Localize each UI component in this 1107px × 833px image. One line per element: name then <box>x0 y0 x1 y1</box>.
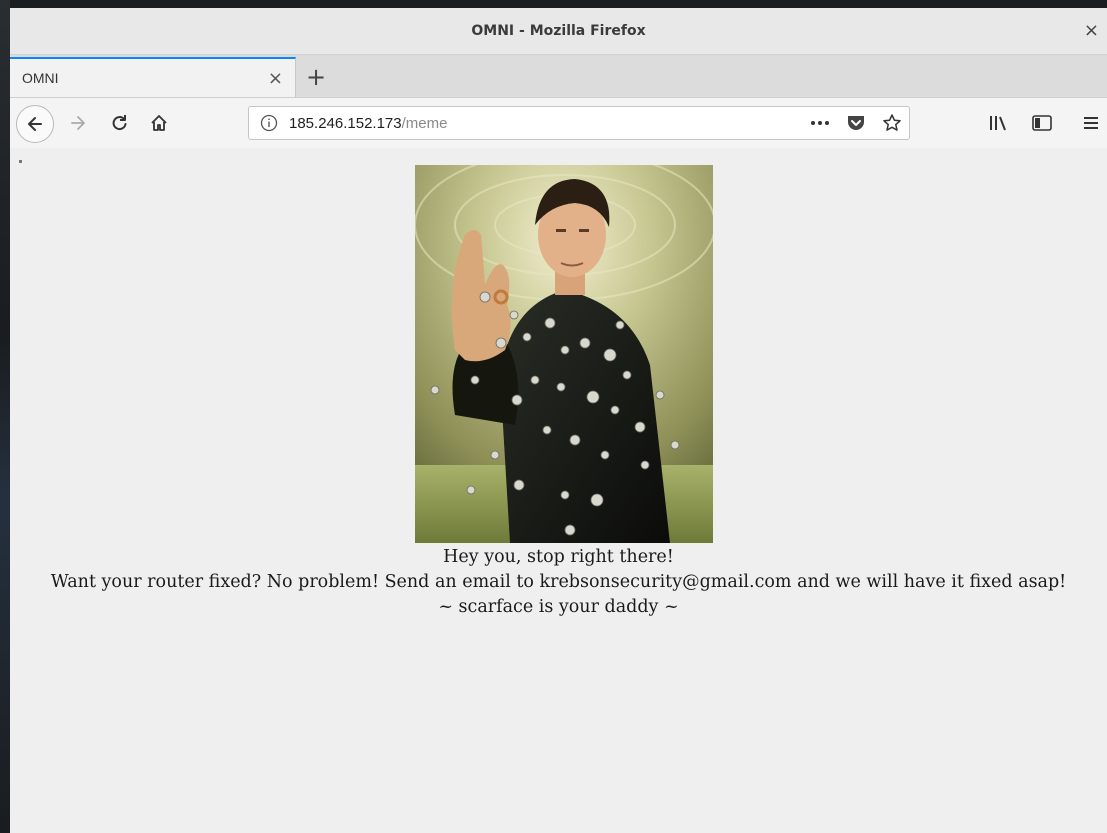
forward-arrow-icon <box>71 116 85 130</box>
stray-dot <box>19 160 22 163</box>
back-button[interactable] <box>16 105 54 143</box>
new-tab-button[interactable]: + <box>296 57 336 97</box>
message-line-2: Want your router fixed? No problem! Send… <box>50 572 1067 592</box>
sidebar-icon <box>1032 115 1052 131</box>
message-line-1: Hey you, stop right there! <box>443 547 674 567</box>
forward-button[interactable] <box>66 111 90 135</box>
sidebar-button[interactable] <box>1031 111 1053 135</box>
tab-omni[interactable]: OMNI × <box>10 57 296 97</box>
home-button[interactable] <box>147 111 171 135</box>
page-content: Hey you, stop right there! Want your rou… <box>10 148 1107 833</box>
pocket-icon[interactable] <box>845 112 867 134</box>
tab-label: OMNI <box>22 70 59 86</box>
url-text[interactable]: 185.246.152.173/meme <box>289 115 447 132</box>
meme-image <box>415 165 713 543</box>
page-actions <box>809 112 903 134</box>
back-arrow-icon <box>28 117 42 131</box>
desktop-edge <box>0 0 10 833</box>
more-icon[interactable] <box>809 112 831 134</box>
star-icon[interactable] <box>881 112 903 134</box>
hamburger-menu-icon <box>1084 117 1098 129</box>
window-close-button[interactable]: × <box>1084 20 1099 41</box>
message-text: Hey you, stop right there! Want your rou… <box>10 545 1107 620</box>
url-path: /meme <box>401 114 448 132</box>
title-bar: OMNI - Mozilla Firefox × <box>10 8 1107 55</box>
tab-close-button[interactable]: × <box>268 68 283 89</box>
url-host: 185.246.152.173 <box>289 114 402 132</box>
navigation-toolbar: 185.246.152.173/meme <box>10 98 1107 149</box>
info-icon[interactable] <box>259 113 279 133</box>
menu-button[interactable] <box>1082 111 1100 135</box>
reload-icon <box>112 115 127 131</box>
message-line-3: ~ scarface is your daddy ~ <box>438 597 679 617</box>
library-button[interactable] <box>988 111 1010 135</box>
window-title: OMNI - Mozilla Firefox <box>471 23 646 39</box>
browser-window: OMNI - Mozilla Firefox × OMNI × + 185.24… <box>10 8 1107 833</box>
home-icon <box>151 115 167 131</box>
tab-strip: OMNI × + <box>10 55 1107 98</box>
library-icon <box>990 116 1006 131</box>
reload-button[interactable] <box>107 111 131 135</box>
address-bar[interactable]: 185.246.152.173/meme <box>248 106 910 140</box>
